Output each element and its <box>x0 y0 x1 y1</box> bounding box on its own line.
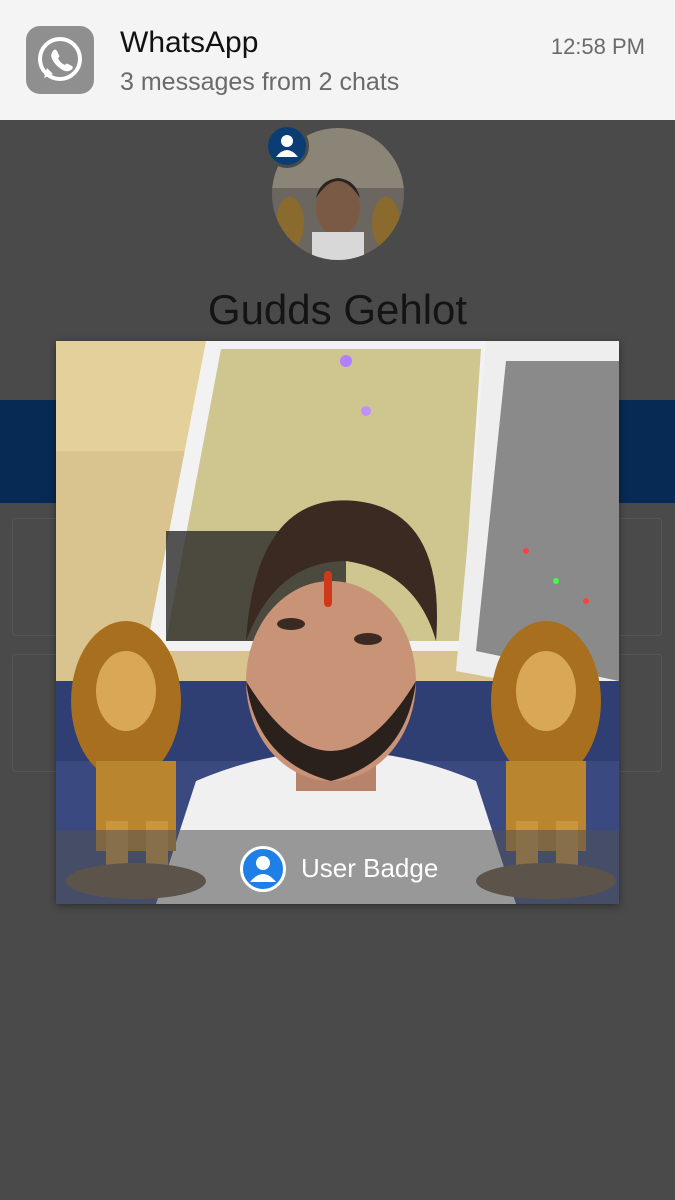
notification-time: 12:58 PM <box>550 34 645 59</box>
user-badge-icon <box>240 846 286 892</box>
notification-app-name: WhatsApp <box>120 26 259 59</box>
profile-name: Gudds Gehlot <box>207 286 468 333</box>
profile-photo-popup[interactable]: User Badge <box>56 341 619 904</box>
notification-banner[interactable]: WhatsApp 3 messages from 2 chats 12:58 P… <box>0 0 675 120</box>
whatsapp-icon <box>26 26 94 94</box>
user-badge-bar[interactable]: User Badge <box>56 830 619 904</box>
user-badge-icon <box>265 124 309 168</box>
user-badge-label: User Badge <box>301 853 439 883</box>
notification-message: 3 messages from 2 chats <box>120 68 400 96</box>
profile-photo <box>56 341 619 904</box>
